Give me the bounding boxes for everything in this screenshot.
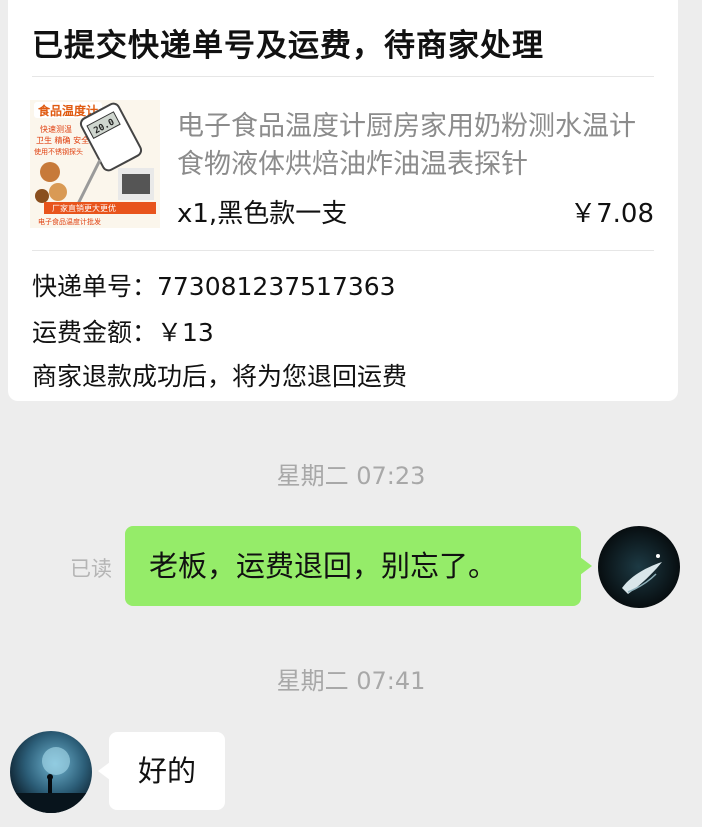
my-message-bubble[interactable]: 老板，运费退回，别忘了。 <box>125 526 592 606</box>
image-banner: 厂家直销更大更优 <box>52 203 116 213</box>
product-name[interactable]: 电子食品温度计厨房家用奶粉测水温计食物液体烘焙油炸油温表探针 <box>177 108 657 184</box>
merchant-avatar[interactable] <box>10 731 92 813</box>
timestamp: 星期二 07:41 <box>276 667 426 695</box>
image-footer: 电子食品温度计批发 <box>38 217 101 226</box>
my-avatar[interactable] <box>598 526 680 608</box>
tracking-number: 快递单号：773081237517363 <box>32 272 396 301</box>
divider <box>32 250 654 251</box>
merchant-message-bubble[interactable]: 好的 <box>98 732 225 810</box>
refund-note: 商家退款成功后，将为您退回运费 <box>32 362 408 391</box>
image-line-2: 卫生 精确 安全 <box>36 135 89 145</box>
product-spec: x1,黑色款一支 <box>177 199 348 229</box>
image-line-3: 使用不锈钢探头 <box>34 147 83 156</box>
read-status: 已读 <box>70 557 112 581</box>
timestamp: 星期二 07:23 <box>276 462 426 490</box>
shipping-fee: 运费金额：￥13 <box>32 318 214 347</box>
divider <box>32 76 654 77</box>
card-title: 已提交快递单号及运费，待商家处理 <box>32 28 544 64</box>
product-price: ￥7.08 <box>570 199 654 229</box>
image-line-1: 快速测温 <box>40 124 72 134</box>
product-image[interactable]: 食品温度计 快速测温 卫生 精确 安全 使用不锈钢探头 20.0 厂家直销更大更… <box>30 100 160 228</box>
order-card[interactable]: 已提交快递单号及运费，待商家处理 食品温度计 快速测温 卫生 精确 安全 使用不… <box>8 0 678 401</box>
